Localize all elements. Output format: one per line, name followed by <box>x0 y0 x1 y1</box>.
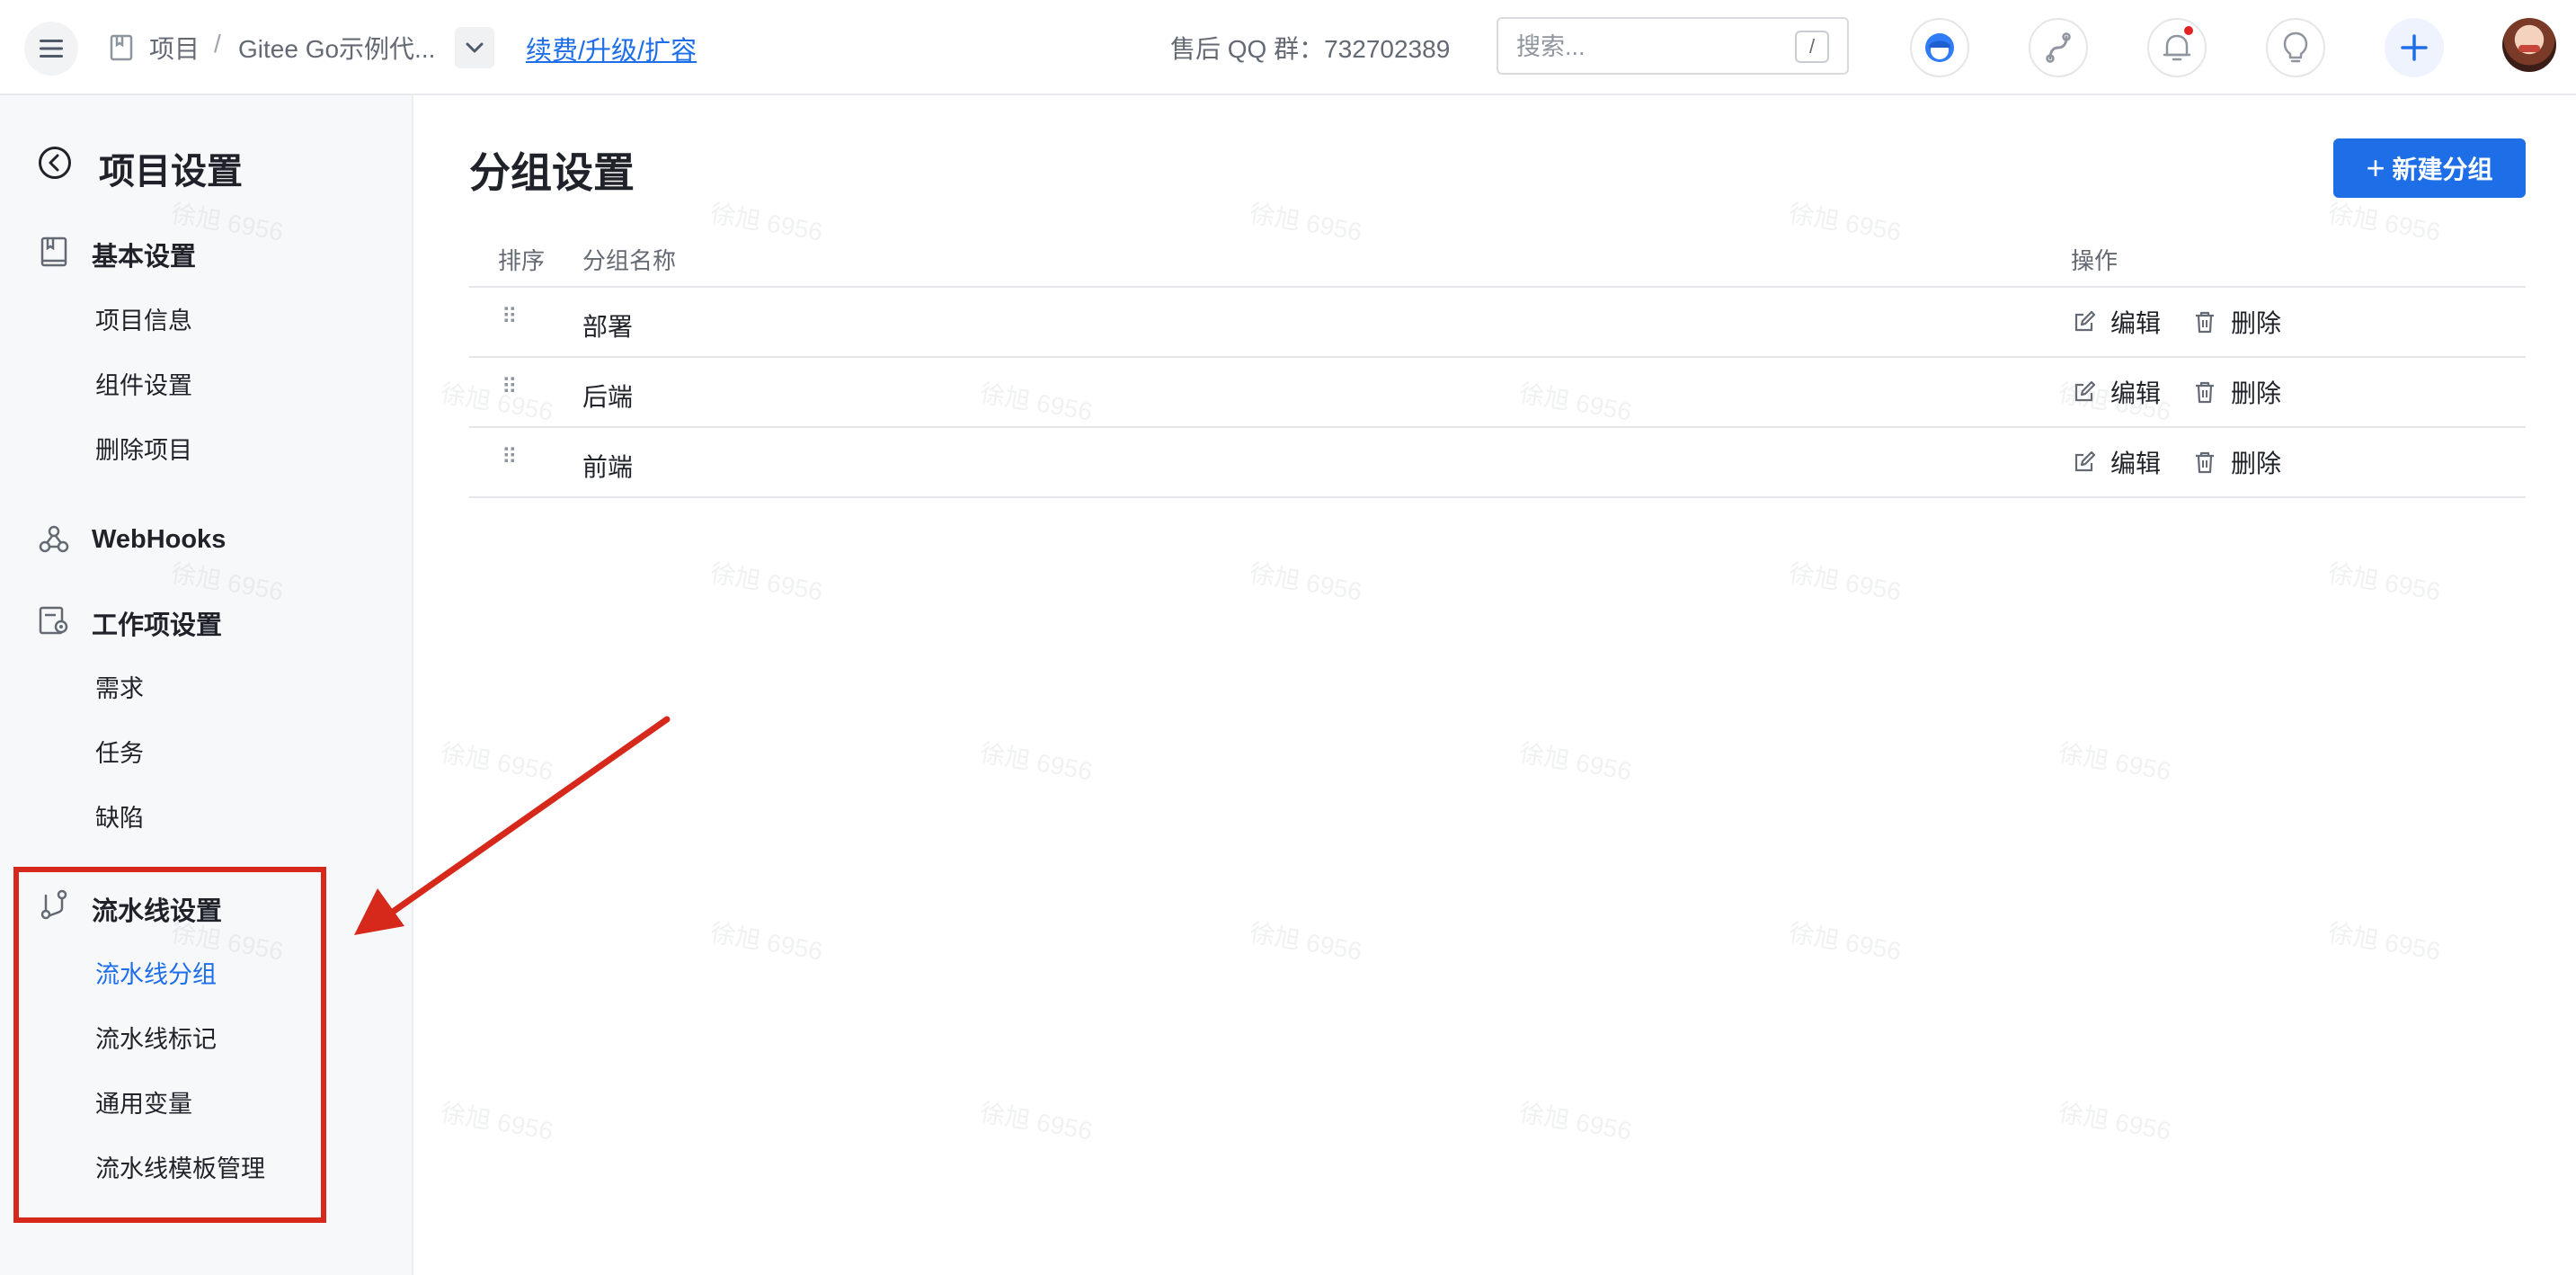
sidebar-item-pipeline-tags[interactable]: 流水线标记 <box>95 1020 217 1055</box>
table-row-divider <box>469 496 2526 498</box>
hamburger-icon <box>40 40 63 58</box>
link-icon <box>2046 32 2071 63</box>
edit-label: 编辑 <box>2110 379 2162 407</box>
sidebar-group-workitem-settings[interactable]: 工作项设置 <box>92 604 222 642</box>
project-switch-dropdown[interactable] <box>455 27 494 68</box>
sidebar-item-pipeline-templates[interactable]: 流水线模板管理 <box>95 1149 265 1184</box>
project-icon <box>110 34 133 61</box>
sidebar-title: 项目设置 <box>99 152 243 192</box>
edit-button[interactable]: 编辑 <box>2073 374 2161 410</box>
edit-icon <box>2074 380 2096 402</box>
sidebar-item-requirement[interactable]: 需求 <box>95 669 144 704</box>
table-row-name: 前端 <box>582 453 634 481</box>
hamburger-menu-button[interactable] <box>24 22 78 76</box>
user-avatar[interactable] <box>2502 18 2556 72</box>
edit-label: 编辑 <box>2110 309 2162 337</box>
delete-label: 删除 <box>2231 379 2282 407</box>
pipeline-icon <box>40 889 67 920</box>
new-group-button-label: 新建分组 <box>2392 156 2493 183</box>
drag-handle-icon[interactable]: ⠿ <box>502 304 518 330</box>
table-header-divider <box>469 286 2526 288</box>
breadcrumb-separator: / <box>214 30 221 58</box>
renew-upgrade-link[interactable]: 续费/升级/扩容 <box>526 30 697 67</box>
settings-sidebar: 项目设置 基本设置 项目信息 组件设置 删除项目 WebHooks 工作项设置 … <box>0 95 413 1275</box>
edit-button[interactable]: 编辑 <box>2073 304 2161 340</box>
drag-handle-icon[interactable]: ⠿ <box>502 444 518 470</box>
edit-label: 编辑 <box>2110 450 2162 477</box>
breadcrumb-project-name[interactable]: Gitee Go示例代... <box>238 30 435 66</box>
search-shortcut-key: / <box>1795 31 1829 63</box>
sidebar-group-pipeline-settings[interactable]: 流水线设置 <box>92 890 222 928</box>
delete-button[interactable]: 删除 <box>2193 444 2281 480</box>
search-input[interactable] <box>1516 30 1786 64</box>
lightbulb-icon <box>2283 31 2308 63</box>
drag-handle-icon[interactable]: ⠿ <box>502 374 518 400</box>
customer-service-icon <box>1925 33 1954 62</box>
main-content: 分组设置 + 新建分组 排序 分组名称 操作 ⠿ 部署 编辑 删除 ⠿ 后端 编… <box>415 95 2576 1275</box>
delete-button[interactable]: 删除 <box>2193 304 2281 340</box>
delete-button[interactable]: 删除 <box>2193 374 2281 410</box>
new-group-button[interactable]: + 新建分组 <box>2333 138 2526 198</box>
table-row-divider <box>469 356 2526 358</box>
qq-group-text: 售后 QQ 群：732702389 <box>1170 35 1451 63</box>
sidebar-group-webhooks[interactable]: WebHooks <box>92 525 226 555</box>
breadcrumb-projects-link[interactable]: 项目 <box>149 30 200 66</box>
plus-icon: + <box>2366 149 2385 186</box>
back-circle-icon[interactable] <box>38 146 72 180</box>
sidebar-item-pipeline-group[interactable]: 流水线分组 <box>95 955 217 990</box>
sidebar-item-project-info[interactable]: 项目信息 <box>95 301 192 336</box>
webhook-icon <box>39 525 69 553</box>
edit-button[interactable]: 编辑 <box>2073 444 2161 480</box>
trash-icon <box>2196 451 2214 474</box>
workitem-settings-icon <box>39 606 68 635</box>
sidebar-group-basic-settings[interactable]: 基本设置 <box>92 236 196 273</box>
sidebar-item-delete-project[interactable]: 删除项目 <box>95 431 192 466</box>
page-title: 分组设置 <box>469 149 635 196</box>
top-header: 项目 / Gitee Go示例代... 续费/升级/扩容 售后 QQ 群：732… <box>0 0 2576 95</box>
book-icon <box>40 236 67 267</box>
chevron-down-icon <box>466 42 484 53</box>
trash-icon <box>2196 381 2214 404</box>
tips-button[interactable] <box>2266 18 2325 77</box>
notification-dot <box>2182 24 2195 37</box>
plus-icon <box>2401 34 2428 61</box>
sidebar-item-task[interactable]: 任务 <box>95 734 144 769</box>
table-row-divider <box>469 426 2526 428</box>
column-header-order: 排序 <box>498 247 546 274</box>
delete-label: 删除 <box>2231 309 2282 337</box>
edit-icon <box>2074 450 2096 472</box>
sidebar-item-common-variables[interactable]: 通用变量 <box>95 1084 192 1119</box>
customer-service-button[interactable] <box>1910 18 1969 77</box>
table-row-name: 后端 <box>582 383 634 411</box>
pipeline-link-button[interactable] <box>2029 18 2088 77</box>
sidebar-item-bug[interactable]: 缺陷 <box>95 798 144 834</box>
search-box[interactable]: / <box>1497 17 1849 75</box>
edit-icon <box>2074 310 2096 332</box>
delete-label: 删除 <box>2231 450 2282 477</box>
notification-button[interactable] <box>2147 18 2207 77</box>
table-row-name: 部署 <box>582 313 634 341</box>
column-header-actions: 操作 <box>2071 247 2119 274</box>
trash-icon <box>2196 311 2214 334</box>
sidebar-item-component-settings[interactable]: 组件设置 <box>95 366 192 401</box>
create-button[interactable] <box>2385 18 2444 77</box>
column-header-name: 分组名称 <box>582 247 677 274</box>
